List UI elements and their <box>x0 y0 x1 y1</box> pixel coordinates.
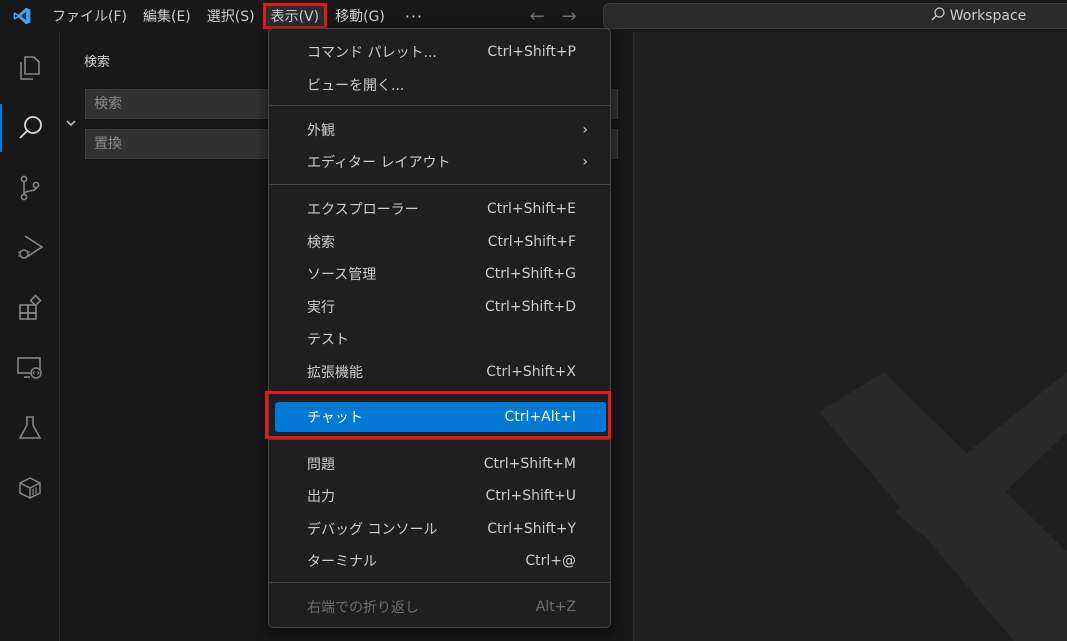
menu-item-label: 外観 <box>307 123 335 139</box>
editor-area <box>634 32 1067 641</box>
menu-item-run[interactable]: 実行 Ctrl+Shift+D <box>275 292 606 322</box>
menu-item-label: 出力 <box>307 489 335 505</box>
sidebar-title: 検索 <box>84 55 111 70</box>
menu-item-label: テスト <box>307 332 349 348</box>
menu-item-label: 拡張機能 <box>307 365 363 381</box>
menu-item-shortcut: Alt+Z <box>535 599 576 615</box>
menu-item-label: 実行 <box>307 300 335 316</box>
menu-view[interactable]: 表示(V) <box>262 3 328 29</box>
submenu-chevron-icon: › <box>582 154 588 170</box>
menu-separator <box>269 582 610 583</box>
vscode-window: ファイル(F) 編集(E) 選択(S) 表示(V) 移動(G) ··· ← → … <box>0 0 1067 641</box>
search-icon <box>930 6 946 26</box>
menu-item-label: 問題 <box>307 457 335 473</box>
menu-item-shortcut: Ctrl+Shift+F <box>487 234 576 250</box>
testing-flask-icon[interactable] <box>0 404 60 452</box>
menu-item-shortcut: Ctrl+@ <box>525 553 576 569</box>
menu-item-shortcut: Ctrl+Shift+U <box>485 488 576 504</box>
remote-explorer-icon[interactable] <box>0 344 60 392</box>
menu-item-label: デバッグ コンソール <box>307 522 438 538</box>
menu-item-editor-layout[interactable]: エディター レイアウト › <box>275 147 606 177</box>
containers-icon[interactable] <box>0 464 60 512</box>
menu-item-problems[interactable]: 問題 Ctrl+Shift+M <box>275 449 606 479</box>
search-activity-icon[interactable] <box>0 104 60 152</box>
menu-item-extensions[interactable]: 拡張機能 Ctrl+Shift+X <box>275 357 606 387</box>
activity-bar <box>0 32 60 641</box>
menu-item-label: エディター レイアウト <box>307 155 451 171</box>
menu-item-shortcut: Ctrl+Alt+I <box>504 409 576 425</box>
menu-item-label: 検索 <box>307 235 335 251</box>
menu-item-shortcut: Ctrl+Shift+E <box>486 201 576 217</box>
menu-item-command-palette[interactable]: コマンド パレット... Ctrl+Shift+P <box>275 37 606 67</box>
submenu-chevron-icon: › <box>582 122 588 138</box>
menu-item-shortcut: Ctrl+Shift+X <box>486 364 576 380</box>
menu-item-label: 右端での折り返し <box>307 600 419 616</box>
menu-item-explorer[interactable]: エクスプローラー Ctrl+Shift+E <box>275 194 606 224</box>
menu-separator <box>269 105 610 106</box>
explorer-icon[interactable] <box>0 44 60 92</box>
menu-item-output[interactable]: 出力 Ctrl+Shift+U <box>275 481 606 511</box>
menu-item-label: ビューを開く... <box>307 78 405 94</box>
command-center[interactable]: Workspace <box>603 3 1067 29</box>
menu-item-source-control[interactable]: ソース管理 Ctrl+Shift+G <box>275 259 606 289</box>
menu-edit[interactable]: 編集(E) <box>135 0 199 32</box>
run-debug-icon[interactable] <box>0 224 60 272</box>
menu-item-label: ターミナル <box>307 554 377 570</box>
vscode-logo-icon <box>0 0 44 32</box>
menu-item-search[interactable]: 検索 Ctrl+Shift+F <box>275 227 606 257</box>
vscode-watermark-icon <box>819 372 1067 641</box>
menu-item-shortcut: Ctrl+Shift+P <box>487 44 576 60</box>
menu-item-appearance[interactable]: 外観 › <box>275 115 606 145</box>
menu-separator <box>269 393 610 394</box>
menu-file[interactable]: ファイル(F) <box>44 0 135 32</box>
menu-separator <box>269 184 610 185</box>
menu-item-label: ソース管理 <box>307 267 377 283</box>
menu-item-label: チャット <box>307 410 363 426</box>
menu-item-word-wrap: 右端での折り返し Alt+Z <box>275 592 606 622</box>
menu-item-debug-console[interactable]: デバッグ コンソール Ctrl+Shift+Y <box>275 514 606 544</box>
menu-item-open-view[interactable]: ビューを開く... <box>275 70 606 100</box>
source-control-icon[interactable] <box>0 164 60 212</box>
menu-item-chat[interactable]: チャット Ctrl+Alt+I <box>275 402 606 432</box>
menu-item-shortcut: Ctrl+Shift+D <box>485 299 576 315</box>
menu-item-shortcut: Ctrl+Shift+M <box>483 456 576 472</box>
toggle-replace-chevron-icon[interactable] <box>64 116 78 133</box>
menu-item-shortcut: Ctrl+Shift+Y <box>487 521 576 537</box>
workspace-label: Workspace <box>949 8 1027 24</box>
menu-item-label: コマンド パレット... <box>307 45 437 61</box>
view-menu-dropdown: コマンド パレット... Ctrl+Shift+P ビューを開く... 外観 ›… <box>268 28 611 628</box>
menu-item-shortcut: Ctrl+Shift+G <box>484 266 576 282</box>
menu-separator <box>269 439 610 440</box>
extensions-icon[interactable] <box>0 284 60 332</box>
menu-item-label: エクスプローラー <box>307 202 419 218</box>
menu-item-testing[interactable]: テスト <box>275 324 606 354</box>
menu-selection[interactable]: 選択(S) <box>199 0 263 32</box>
menu-item-terminal[interactable]: ターミナル Ctrl+@ <box>275 546 606 576</box>
